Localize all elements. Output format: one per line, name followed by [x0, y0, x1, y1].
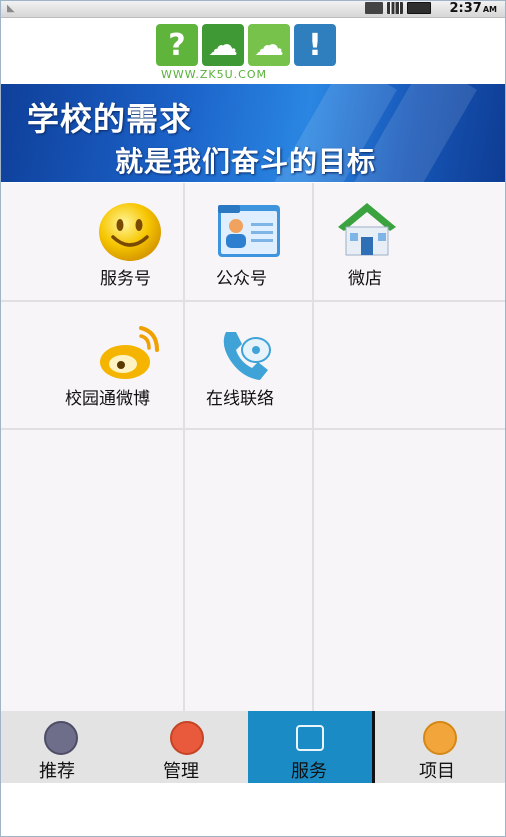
- banner-title: 学校的需求: [27, 100, 193, 138]
- bottom-nav: 推荐 管理 服务 项目: [1, 711, 505, 783]
- notification-icon: ◣: [7, 3, 15, 14]
- service-icon: [296, 725, 324, 751]
- tile-label: 公众号: [216, 269, 267, 289]
- service-grid: 服务号 公众号 微店 校园通微博 在线联络: [1, 183, 505, 711]
- tile-label: 服务号: [100, 269, 151, 289]
- nav-manage[interactable]: 管理: [121, 711, 248, 783]
- smiley-icon: [99, 203, 161, 261]
- tile-micro-store[interactable]: 微店: [314, 183, 505, 300]
- logo-cloud-block: ☁: [202, 24, 244, 66]
- weibo-icon: [100, 326, 159, 379]
- status-icons: [365, 2, 431, 14]
- tile-label: 在线联络: [206, 389, 274, 409]
- house-icon: [338, 203, 396, 256]
- tile-label: 校园通微博: [65, 389, 150, 409]
- banner-subtitle: 就是我们奋斗的目标: [115, 145, 377, 178]
- tile-campus-weibo[interactable]: 校园通微博: [1, 302, 183, 428]
- nav-projects[interactable]: 项目: [375, 711, 505, 783]
- nav-label: 项目: [419, 761, 455, 782]
- recommend-icon: [44, 721, 78, 755]
- tile-service-account[interactable]: 服务号: [1, 183, 183, 300]
- nav-label: 管理: [163, 761, 199, 782]
- logo: ? ☁ ☁ !: [156, 24, 336, 66]
- contact-card-icon: [218, 205, 280, 257]
- telephone-icon: [223, 332, 271, 380]
- logo-question-block: ?: [156, 24, 198, 66]
- nav-service[interactable]: 服务: [248, 711, 375, 783]
- tile-public-account[interactable]: 公众号: [185, 183, 312, 300]
- logo-url: WWW.ZK5U.COM: [161, 68, 267, 81]
- battery-icon: [407, 2, 431, 14]
- signal-icon: [387, 2, 403, 14]
- status-bar: ◣ 2:37AM: [1, 1, 505, 18]
- nav-label: 推荐: [39, 761, 75, 782]
- logo-exclaim-block: !: [294, 24, 336, 66]
- banner[interactable]: 学校的需求 就是我们奋斗的目标: [1, 84, 505, 182]
- tile-online-contact[interactable]: 在线联络: [185, 302, 312, 428]
- play-icon: [423, 721, 457, 755]
- status-time: 2:37AM: [449, 1, 498, 16]
- grid-divider: [1, 428, 505, 430]
- bottom-spacer: [1, 783, 505, 835]
- usb-icon: [365, 2, 383, 14]
- nav-label: 服务: [291, 761, 327, 782]
- logo-header: ? ☁ ☁ ! WWW.ZK5U.COM: [1, 18, 505, 84]
- logo-cloud-block-2: ☁: [248, 24, 290, 66]
- nav-recommend[interactable]: 推荐: [1, 711, 121, 783]
- tile-label: 微店: [348, 269, 382, 289]
- lock-icon: [170, 721, 204, 755]
